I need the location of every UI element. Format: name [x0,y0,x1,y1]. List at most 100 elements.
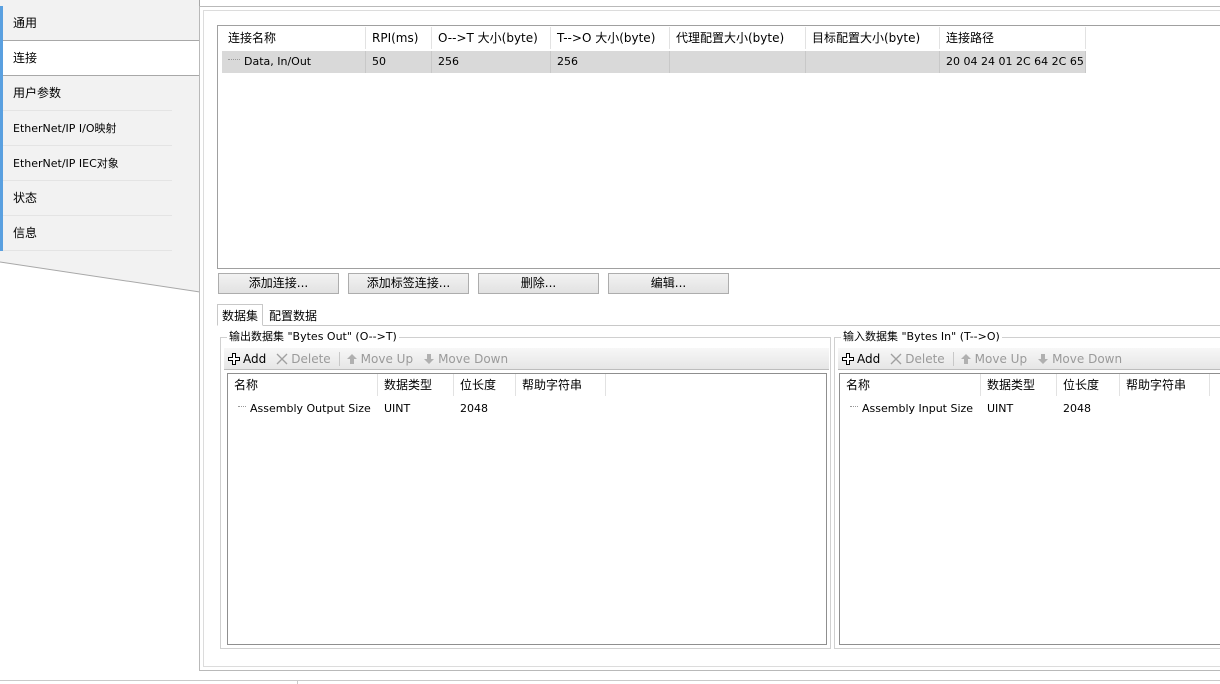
output-move-up-button[interactable]: Move Up [346,352,413,366]
connection-name-cell: Data, In/Out [222,51,366,73]
add-tag-connection-button[interactable]: 添加标签连接... [348,273,469,294]
proxy-config-cell [670,51,806,73]
row-name: Assembly Input Size [862,402,974,415]
tree-line-icon [850,405,858,407]
add-label: Add [243,351,267,366]
table-row[interactable]: Assembly Output Size UINT 2048 [228,398,606,420]
input-dataset-title: 输入数据集 "Bytes In" (T-->O) [841,330,1002,344]
bit-length-cell: 2048 [1063,402,1091,415]
nav-item-user-params[interactable]: 用户参数 [0,76,172,111]
arrow-up-icon [346,353,358,365]
nav-item-label: 信息 [13,226,38,240]
tree-line-icon [238,405,246,407]
nav-item-information[interactable]: 信息 [0,216,172,251]
nav-item-io-mapping[interactable]: EtherNet/IP I/O映射 [0,111,172,146]
nav-item-iec-objects[interactable]: EtherNet/IP IEC对象 [0,146,172,181]
move-down-label: Move Down [438,351,509,366]
column-header-name[interactable]: 名称 [840,374,981,396]
ot-size-cell: 256 [432,51,551,73]
tree-line-icon [228,58,240,60]
help-string-cell [516,398,606,420]
output-dataset-title: 输出数据集 "Bytes Out" (O-->T) [227,330,399,344]
grid-header: 名称 数据类型 位长度 帮助字符串 [840,374,1210,396]
row-name: Assembly Output Size [250,402,371,415]
table-row[interactable]: Assembly Input Size UINT 2048 [840,398,1210,420]
plus-icon [228,352,240,365]
toolbar-separator [952,351,954,366]
arrow-up-icon [960,353,972,365]
connections-table[interactable]: 连接名称 RPI(ms) O-->T 大小(byte) T-->O 大小(byt… [217,25,1220,269]
output-move-down-button[interactable]: Move Down [423,352,508,366]
input-delete-button[interactable]: Delete [890,351,945,366]
nav-item-label: EtherNet/IP IEC对象 [13,157,119,170]
toolbar-separator [338,351,340,366]
nav-item-label: EtherNet/IP I/O映射 [13,122,117,135]
x-icon [276,353,288,365]
input-add-button[interactable]: Add [842,352,880,366]
arrow-down-icon [423,353,435,365]
name-cell: Assembly Input Size [840,398,981,420]
edit-button[interactable]: 编辑... [608,273,729,294]
output-toolbar: Add Delete Move Up Move Down [224,348,829,370]
data-type-cell: UINT [987,402,1014,415]
input-dataset-grid[interactable]: 名称 数据类型 位长度 帮助字符串 Assembly Input Size UI… [839,373,1220,645]
column-header-ot-size[interactable]: O-->T 大小(byte) [432,27,551,49]
arrow-down-icon [1037,353,1049,365]
column-header-to-size[interactable]: T-->O 大小(byte) [551,27,670,49]
grid-header: 名称 数据类型 位长度 帮助字符串 [228,374,606,396]
column-header-bit-length[interactable]: 位长度 [1057,374,1120,396]
column-header-rpi[interactable]: RPI(ms) [366,27,432,49]
input-move-up-button[interactable]: Move Up [960,352,1027,366]
output-dataset-grid[interactable]: 名称 数据类型 位长度 帮助字符串 Assembly Output Size U… [227,373,827,645]
move-up-label: Move Up [974,351,1028,366]
input-move-down-button[interactable]: Move Down [1037,352,1122,366]
connection-name: Data, In/Out [244,55,312,68]
tab-strip-line [262,325,1220,326]
help-string-cell [1120,398,1210,420]
output-add-button[interactable]: Add [228,352,266,366]
table-header: 连接名称 RPI(ms) O-->T 大小(byte) T-->O 大小(byt… [222,27,1086,49]
name-cell: Assembly Output Size [228,398,378,420]
status-bar-divider [297,680,298,684]
status-bar-border [0,680,1220,681]
output-dataset-group: 输出数据集 "Bytes Out" (O-->T) Add Delete Mov… [220,330,831,649]
column-header-target-config-size[interactable]: 目标配置大小(byte) [806,27,940,49]
nav-item-general[interactable]: 通用 [0,6,200,41]
connection-path-cell: 20 04 24 01 2C 64 2C 65 [940,51,1086,73]
column-header-proxy-config-size[interactable]: 代理配置大小(byte) [670,27,806,49]
rpi-cell: 50 [366,51,432,73]
nav-item-status[interactable]: 状态 [0,181,172,216]
target-config-cell [806,51,940,73]
input-dataset-group: 输入数据集 "Bytes In" (T-->O) Add Delete Move… [834,330,1220,649]
column-header-connection-path[interactable]: 连接路径 [940,27,1086,49]
nav-item-connection[interactable]: 连接 [0,41,200,76]
delete-button[interactable]: 删除... [478,273,599,294]
column-header-bit-length[interactable]: 位长度 [454,374,516,396]
tab-dataset[interactable]: 数据集 [217,304,263,326]
bit-length-cell: 2048 [460,402,488,415]
column-header-help-string[interactable]: 帮助字符串 [516,374,606,396]
add-label: Add [857,351,881,366]
column-header-name[interactable]: 名称 [228,374,378,396]
table-row[interactable]: Data, In/Out 50 256 256 20 04 24 01 2C 6… [222,51,1086,73]
input-toolbar: Add Delete Move Up Move Down [838,348,1220,370]
nav-item-label: 用户参数 [13,86,62,100]
column-header-data-type[interactable]: 数据类型 [378,374,454,396]
plus-icon [842,352,854,365]
left-navigation: 通用 连接 用户参数 EtherNet/IP I/O映射 EtherNet/IP… [0,0,200,300]
move-down-label: Move Down [1052,351,1123,366]
column-header-connection-name[interactable]: 连接名称 [222,27,366,49]
tab-config-data[interactable]: 配置数据 [265,306,322,326]
to-size-cell: 256 [551,51,670,73]
add-connection-button[interactable]: 添加连接... [218,273,339,294]
nav-item-label: 连接 [13,51,38,65]
output-delete-button[interactable]: Delete [276,351,331,366]
data-type-cell: UINT [384,402,411,415]
column-header-help-string[interactable]: 帮助字符串 [1120,374,1210,396]
nav-item-label: 状态 [13,191,38,205]
nav-item-label: 通用 [13,16,38,30]
divider [3,250,172,251]
column-header-data-type[interactable]: 数据类型 [981,374,1057,396]
delete-label: Delete [905,351,945,366]
delete-label: Delete [291,351,331,366]
